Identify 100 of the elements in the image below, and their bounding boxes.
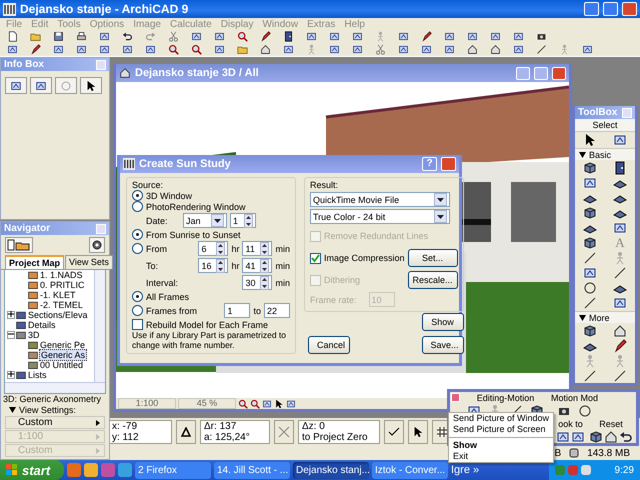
frame-icon[interactable] — [30, 77, 52, 94]
tree-item[interactable]: 3D — [27, 330, 41, 340]
section-label: Basic — [589, 150, 612, 160]
tree-item[interactable]: 0. PRITLIC — [39, 280, 86, 290]
tree-item[interactable]: -1. KLET — [39, 290, 77, 300]
checkbox[interactable] — [132, 319, 143, 330]
checkmark-icon[interactable] — [384, 420, 404, 444]
folder-icon[interactable] — [5, 237, 33, 253]
spin-field[interactable]: 30 — [242, 275, 272, 290]
pointer-icon[interactable] — [80, 77, 102, 94]
menu-item[interactable]: Send Picture of Screen — [449, 424, 553, 435]
tab[interactable]: View Sets — [65, 255, 113, 269]
spin-field[interactable]: 16 — [198, 258, 228, 273]
scrollbar[interactable] — [94, 270, 105, 382]
radio-button[interactable] — [132, 305, 143, 316]
section-label: View Settings: — [19, 405, 76, 415]
view-name: 3D: Generic Axonometry — [2, 393, 102, 404]
spin-arrows-icon — [260, 258, 270, 272]
radio-button[interactable] — [132, 243, 143, 254]
radio-button[interactable] — [132, 201, 143, 212]
spin-field[interactable]: 1 — [230, 213, 256, 228]
tree-item[interactable]: Details — [27, 320, 57, 330]
delta-icon[interactable] — [176, 420, 196, 444]
tree-item[interactable]: -2. TEMEL — [39, 300, 84, 310]
dropdown[interactable]: Jan — [183, 213, 227, 228]
tray-icon[interactable] — [580, 465, 591, 475]
radio-label: 3D Window — [146, 190, 192, 200]
magnifier-icon — [238, 398, 248, 408]
tab[interactable]: Project Map — [5, 255, 64, 269]
button[interactable]: Set... — [408, 249, 458, 267]
window-title: Dejansko stanje 3D / All — [135, 67, 259, 79]
taskbar-button[interactable]: Dejansko stanj... — [293, 462, 369, 478]
house-icon[interactable] — [604, 429, 618, 443]
tree-item[interactable]: Sections/Eleva — [27, 310, 89, 320]
radio-label: Frames from — [146, 306, 198, 316]
input-field[interactable]: 1 — [224, 303, 250, 318]
menu-item[interactable]: Exit — [449, 451, 553, 462]
scrollbar[interactable] — [5, 382, 105, 393]
maximize-button[interactable] — [534, 66, 548, 80]
spin-field[interactable]: 41 — [242, 258, 272, 273]
start-button[interactable]: start — [0, 460, 64, 480]
taskbar-group[interactable]: Igre — [451, 464, 470, 476]
triangle-icon — [96, 434, 100, 440]
tree-item[interactable]: Generic As — [39, 349, 88, 361]
frame-icon — [262, 398, 272, 408]
taskbar-button[interactable]: 2 Firefox — [135, 462, 211, 478]
quick-launch-icon[interactable] — [84, 463, 98, 477]
memory-label: 143.8 MB — [587, 448, 630, 458]
gear-icon[interactable] — [89, 237, 105, 253]
clock: 9:29 — [614, 464, 634, 476]
minimize-button[interactable] — [584, 2, 599, 16]
radio-button[interactable] — [132, 291, 143, 302]
spin-arrows-icon — [260, 276, 270, 290]
menu-item[interactable]: Send Picture of Window — [449, 413, 553, 424]
palette-title: Info Box — [4, 59, 44, 70]
pointer-icon[interactable] — [408, 420, 428, 444]
coordinate-field[interactable]: x: -79 y: 112 — [108, 420, 172, 444]
tree-item[interactable]: 1. 1.NADS — [39, 270, 84, 280]
section-label: More — [589, 312, 610, 322]
tree-item[interactable]: Lists — [27, 370, 48, 380]
taskbar-button[interactable]: Iztok - Conver... — [372, 462, 448, 478]
field-label: Frame rate: — [310, 294, 357, 304]
spin-field[interactable]: 11 — [242, 241, 272, 256]
menu-item[interactable]: Show — [449, 440, 553, 451]
scale-field[interactable]: 1:100 — [118, 398, 176, 409]
dropdown[interactable]: True Color - 24 bit — [310, 209, 450, 224]
close-button[interactable] — [552, 66, 566, 80]
palette-title: ToolBox — [578, 107, 618, 118]
spin-arrows-icon — [216, 242, 226, 256]
close-button[interactable] — [441, 157, 456, 171]
show-button[interactable]: Show — [422, 313, 464, 331]
zoom-field[interactable]: 45 % — [178, 398, 236, 409]
polar-coordinate-field[interactable]: Δr: 137 a: 125,24° — [200, 420, 270, 444]
collapse-icon[interactable] — [7, 331, 15, 339]
unit-label: hr — [231, 244, 240, 254]
undo-icon[interactable] — [619, 429, 633, 443]
close-button[interactable] — [451, 393, 460, 402]
cancel-button[interactable]: Cancel — [308, 336, 350, 354]
tree-item[interactable]: Generic Pe — [39, 340, 86, 350]
restore-button[interactable] — [603, 2, 618, 16]
tree-item[interactable]: 00 Untitled — [39, 360, 84, 370]
triangle-icon — [579, 314, 586, 320]
taskbar-button[interactable]: 14. Jill Scott - ... — [214, 462, 290, 478]
save-button[interactable]: Save... — [422, 336, 464, 354]
radio-label: From Sunrise to Sunset — [146, 230, 241, 240]
dropdown[interactable]: QuickTime Movie File — [310, 192, 450, 207]
close-button[interactable] — [622, 2, 637, 16]
section-label: Select — [575, 119, 635, 132]
input-field[interactable]: 22 — [264, 303, 290, 318]
expand-icon[interactable] — [7, 371, 15, 379]
more-button[interactable]: » — [472, 464, 480, 476]
unit-label: min — [275, 278, 290, 288]
elevation-field[interactable]: Δz: 0 to Project Zero — [298, 420, 380, 444]
radio-button[interactable] — [132, 229, 143, 240]
radio-button[interactable] — [132, 190, 143, 201]
expand-icon[interactable] — [7, 311, 15, 319]
spin-field[interactable]: 6 — [198, 241, 228, 256]
settings-row[interactable]: Custom — [5, 416, 105, 429]
checkbox[interactable] — [310, 252, 321, 264]
minimize-button[interactable] — [516, 66, 530, 80]
